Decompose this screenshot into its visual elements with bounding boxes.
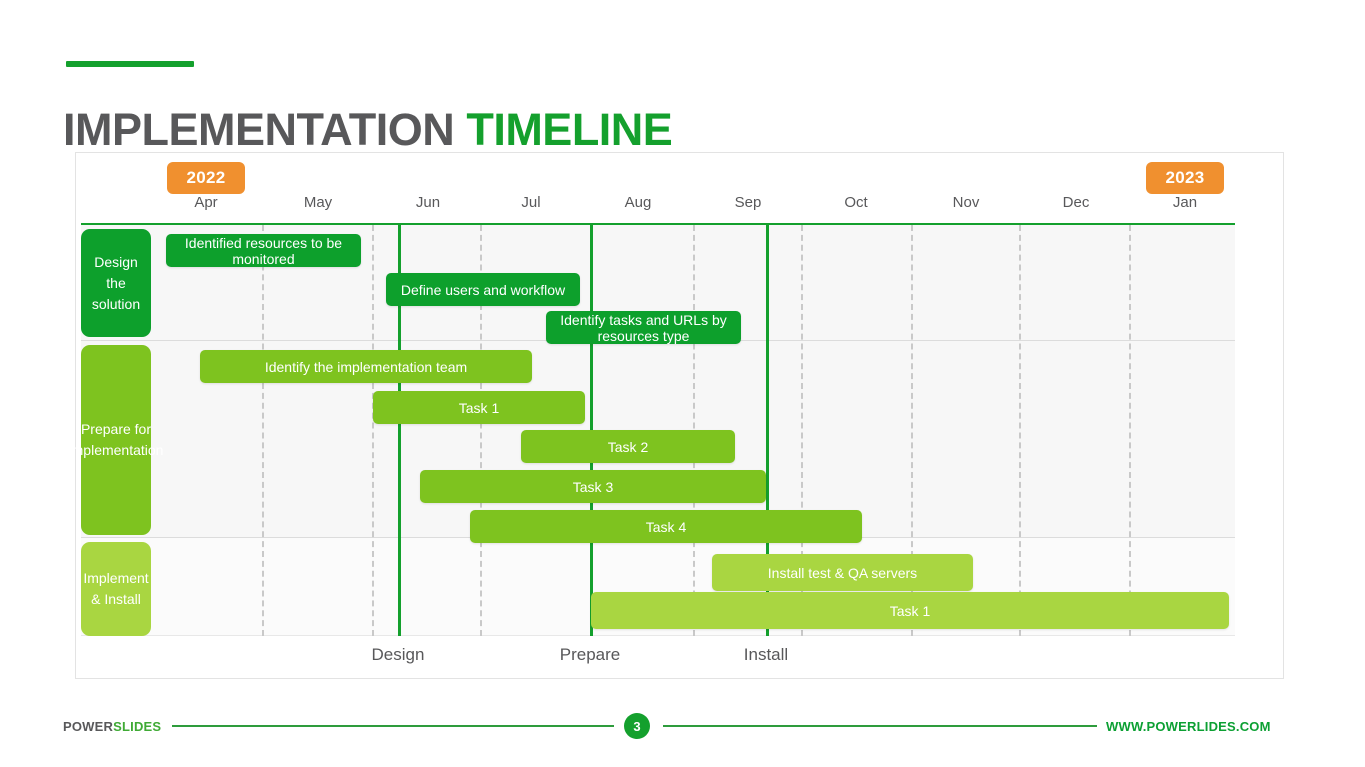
row-label-design-text: Design the solution <box>91 253 141 312</box>
gantt-grid: Apr May Jun Jul Aug Sep Oct Nov Dec Jan 2022 2023 … <box>69 153 1285 680</box>
row-label-prepare[interactable]: Prepare for implementation <box>69 345 163 535</box>
task-bar-label: Identify the implementation team <box>264 358 468 375</box>
row-label-implement[interactable]: Implement & Install <box>81 542 151 636</box>
month-label-nov: Nov <box>952 194 980 211</box>
month-label-jun: Jun <box>415 194 441 211</box>
milestone-label-install: Install <box>743 645 789 664</box>
gantt-chart-panel: Apr May Jun Jul Aug Sep Oct Nov Dec Jan 2022 2023 … <box>69 152 1285 680</box>
milestone-label-design: Design <box>371 645 425 664</box>
page-number-badge: 3 <box>624 713 650 739</box>
month-separator-8 <box>1129 225 1131 636</box>
footer-rule-left <box>172 725 614 727</box>
task-bar-r1-t1[interactable]: Task 1 <box>373 391 585 424</box>
task-bar-label: Install test & QA servers <box>767 564 918 581</box>
task-bar-label: Task 2 <box>607 438 649 455</box>
task-bar-r0-t1[interactable]: Define users and workflow <box>386 273 580 306</box>
task-bar-r1-t4[interactable]: Task 4 <box>470 510 862 543</box>
task-bar-label: Identified resources to be monitored <box>184 234 343 267</box>
brand-primary: POWER <box>63 719 114 734</box>
month-label-dec: Dec <box>1062 194 1090 211</box>
task-bar-label: Identify tasks and URLs by resources typ… <box>560 311 727 344</box>
task-bar-r2-t0[interactable]: Install test & QA servers <box>712 554 973 591</box>
brand-secondary: SLIDES <box>113 719 162 734</box>
task-bar-r1-t0[interactable]: Identify the implementation team <box>200 350 532 383</box>
task-bar-r0-t0[interactable]: Identified resources to be monitored <box>166 234 361 267</box>
year-badge-2023: 2023 <box>1146 162 1224 194</box>
month-label-sep: Sep <box>734 194 762 211</box>
task-bar-r1-t2[interactable]: Task 2 <box>521 430 735 463</box>
task-bar-label: Task 1 <box>458 399 500 416</box>
month-separator-1 <box>372 225 374 636</box>
month-separator-0 <box>262 225 264 636</box>
task-bar-label: Define users and workflow <box>400 281 566 298</box>
month-label-may: May <box>303 194 333 211</box>
year-badge-2022: 2022 <box>167 162 245 194</box>
title-accent-rule <box>66 61 194 67</box>
task-bar-label: Task 3 <box>572 478 614 495</box>
month-label-aug: Aug <box>624 194 652 211</box>
brand-logo: POWERSLIDES <box>63 719 161 734</box>
page-title-primary: IMPLEMENTATION <box>63 104 455 156</box>
footer-url: WWW.POWERLIDES.COM <box>1106 719 1271 734</box>
month-separator-7 <box>1019 225 1021 636</box>
task-bar-r1-t3[interactable]: Task 3 <box>420 470 766 503</box>
task-bar-r0-t2[interactable]: Identify tasks and URLs by resources typ… <box>546 311 741 344</box>
task-bar-r2-t1[interactable]: Task 1 <box>591 592 1229 629</box>
month-label-apr: Apr <box>194 194 218 211</box>
month-label-jul: Jul <box>521 194 541 211</box>
page-title-accent: TIMELINE <box>466 104 673 156</box>
row-label-design[interactable]: Design the solution <box>81 229 151 337</box>
footer-rule-right <box>663 725 1097 727</box>
slide-footer: POWERSLIDES 3 WWW.POWERLIDES.COM <box>0 707 1365 751</box>
month-label-oct: Oct <box>844 194 868 211</box>
row-label-implement-text: Implement & Install <box>83 570 149 607</box>
milestone-label-prepare: Prepare <box>559 645 621 664</box>
row-label-prepare-text: Prepare for implementation <box>68 421 164 458</box>
month-label-jan: Jan <box>1172 194 1198 211</box>
task-bar-label: Task 4 <box>645 518 687 535</box>
page-title: IMPLEMENTATION TIMELINE <box>63 104 673 156</box>
task-bar-label: Task 1 <box>889 602 931 619</box>
